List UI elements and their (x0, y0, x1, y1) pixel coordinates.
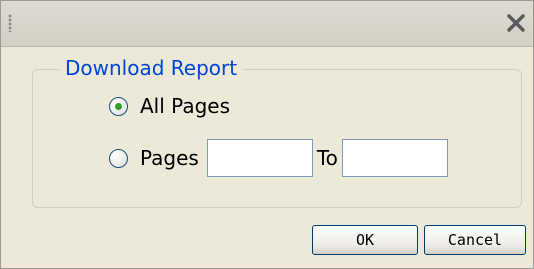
dialog-body: Download Report All Pages Pages To OK Ca… (1, 47, 533, 268)
page-range-label: Pages (140, 146, 199, 170)
page-range-radio[interactable] (109, 148, 128, 168)
drag-grip-icon[interactable] (8, 14, 12, 32)
cancel-button[interactable]: Cancel (424, 225, 526, 255)
dialog-title-bar[interactable] (1, 1, 533, 47)
close-icon (507, 14, 525, 32)
to-label: To (316, 146, 338, 170)
all-pages-radio[interactable] (109, 96, 128, 116)
group-legend: Download Report (59, 55, 244, 81)
page-range-option: Pages To (109, 139, 448, 177)
page-from-input[interactable] (206, 139, 313, 177)
page-to-input[interactable] (341, 139, 448, 177)
close-button[interactable] (503, 10, 529, 36)
all-pages-label: All Pages (140, 94, 230, 118)
ok-button[interactable]: OK (312, 225, 418, 255)
download-report-dialog: Download Report All Pages Pages To OK Ca… (0, 0, 534, 269)
all-pages-option[interactable]: All Pages (109, 94, 230, 118)
